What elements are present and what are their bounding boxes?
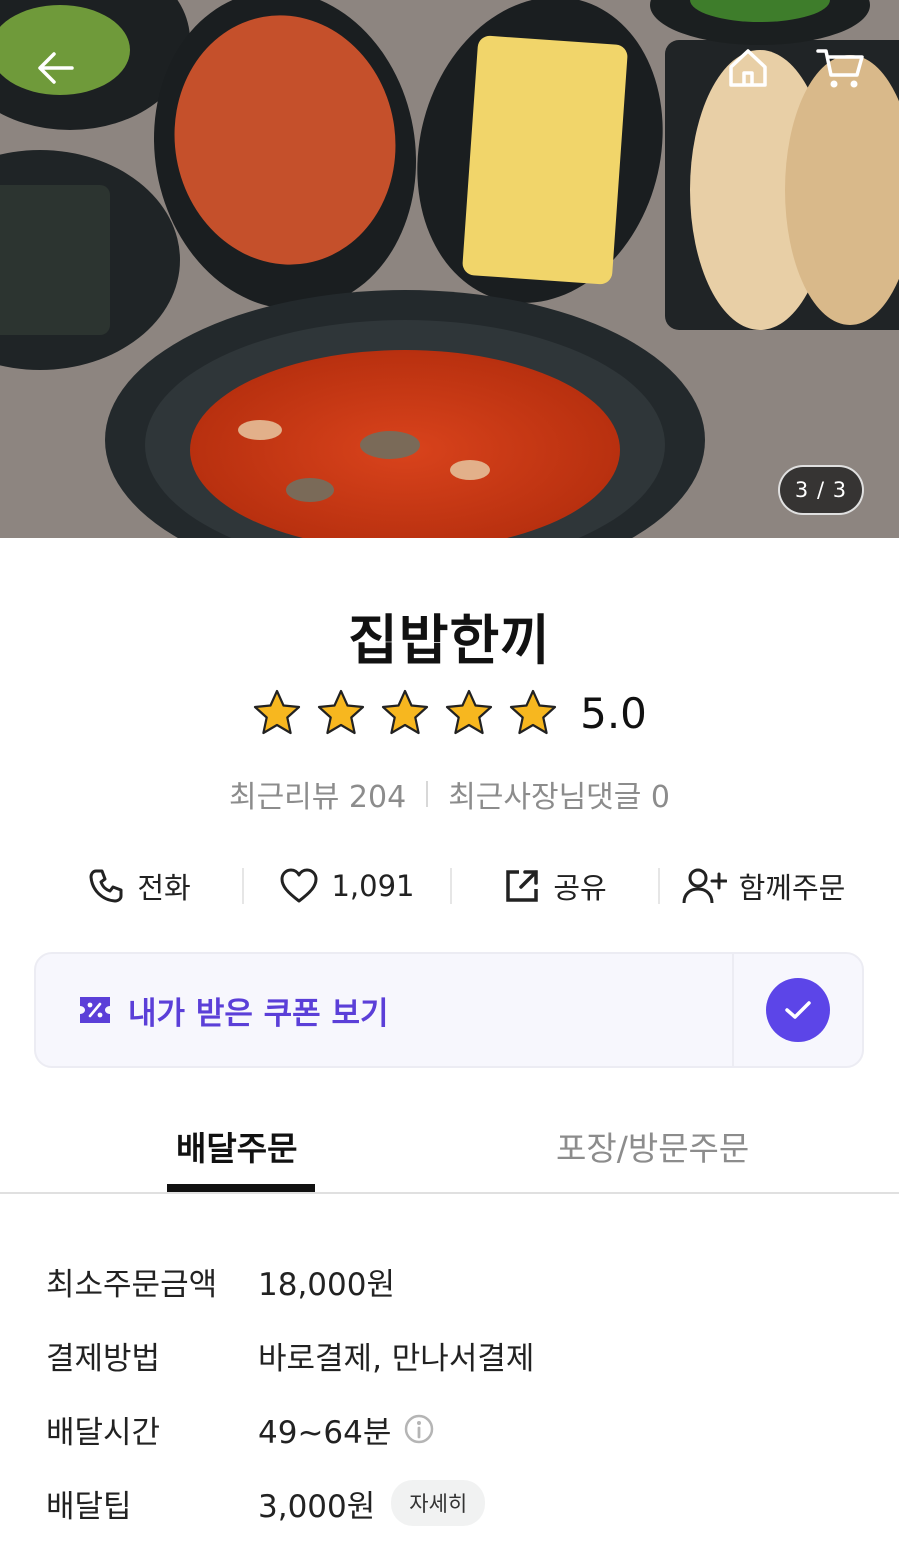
divider [426,781,429,807]
phone-icon [89,869,123,903]
call-button[interactable]: 전화 [36,865,242,907]
home-icon [729,49,767,87]
rating-row[interactable]: 5.0 [0,688,899,738]
star-icon [445,689,493,735]
payment-row: 결제방법 바로결제, 만나서결제 [46,1318,866,1392]
store-photo-carousel[interactable]: 3 / 3 [0,0,899,538]
delivery-tip-row: 배달팁 3,000원 자세히 [46,1466,866,1540]
my-coupons-label: 내가 받은 쿠폰 보기 [128,995,389,1032]
payment-value: 바로결제, 만나서결제 [258,1340,535,1377]
share-icon [506,870,539,902]
delivery-time-key: 배달시간 [46,1414,161,1451]
payment-key: 결제방법 [46,1340,161,1377]
delivery-tip-value: 3,000원 [258,1488,376,1525]
back-button[interactable] [26,38,86,98]
rating-value: 5.0 [580,688,647,738]
coupon-icon [80,997,110,1023]
tab-delivery[interactable]: 배달주문 [176,1122,297,1170]
active-tab-indicator [167,1184,315,1192]
store-name: 집밥한끼 [348,609,551,672]
tab-pickup[interactable]: 포장/방문주문 [556,1122,749,1170]
review-summary: 최근리뷰 204 최근사장님댓글 0 [0,772,899,816]
share-label: 공유 [553,871,607,905]
min-order-row: 최소주문금액 18,000원 [46,1244,866,1318]
star-icon [381,689,429,735]
group-order-label: 함께주문 [738,871,846,905]
rating-stars [252,688,558,738]
back-arrow-icon [38,52,74,84]
delivery-tip-value-wrap: 3,000원 자세히 [258,1480,486,1526]
photo-pager: 3 / 3 [778,465,864,515]
group-order-button[interactable]: 함께주문 [660,865,866,907]
min-order-value: 18,000원 [258,1266,395,1303]
my-coupons-button[interactable]: 내가 받은 쿠폰 보기 [34,952,734,1068]
tip-detail-button[interactable]: 자세히 [391,1480,486,1526]
cart-button[interactable] [810,38,870,98]
star-icon [253,689,301,735]
delivery-time-row: 배달시간 49~64분 [46,1392,866,1466]
coupon-check-button[interactable] [732,952,864,1068]
delivery-time-value-wrap: 49~64분 [258,1407,435,1452]
share-button[interactable]: 공유 [452,865,658,907]
call-label: 전화 [137,871,191,905]
recent-reviews-link[interactable]: 최근리뷰 204 [229,772,406,816]
favorite-button[interactable]: 1,091 [244,867,450,905]
home-button[interactable] [718,38,778,98]
delivery-tip-key: 배달팁 [46,1488,132,1525]
cart-icon [816,49,864,88]
delivery-time-value: 49~64분 [258,1414,392,1451]
check-circle [766,978,830,1042]
add-person-icon [682,868,727,904]
delivery-info: 최소주문금액 18,000원 결제방법 바로결제, 만나서결제 배달시간 49~… [46,1244,866,1540]
order-type-tabs: 배달주문 포장/방문주문 [0,1110,899,1194]
favorite-count: 1,091 [331,869,415,903]
checkmark-icon [785,1001,811,1019]
star-icon [317,689,365,735]
min-order-key: 최소주문금액 [46,1266,218,1303]
star-icon [509,689,557,735]
owner-replies-link[interactable]: 최근사장님댓글 0 [448,772,670,816]
info-icon[interactable] [403,1413,435,1445]
store-actions: 전화 1,091 공유 함께주문 [36,858,866,914]
heart-icon [280,868,318,903]
